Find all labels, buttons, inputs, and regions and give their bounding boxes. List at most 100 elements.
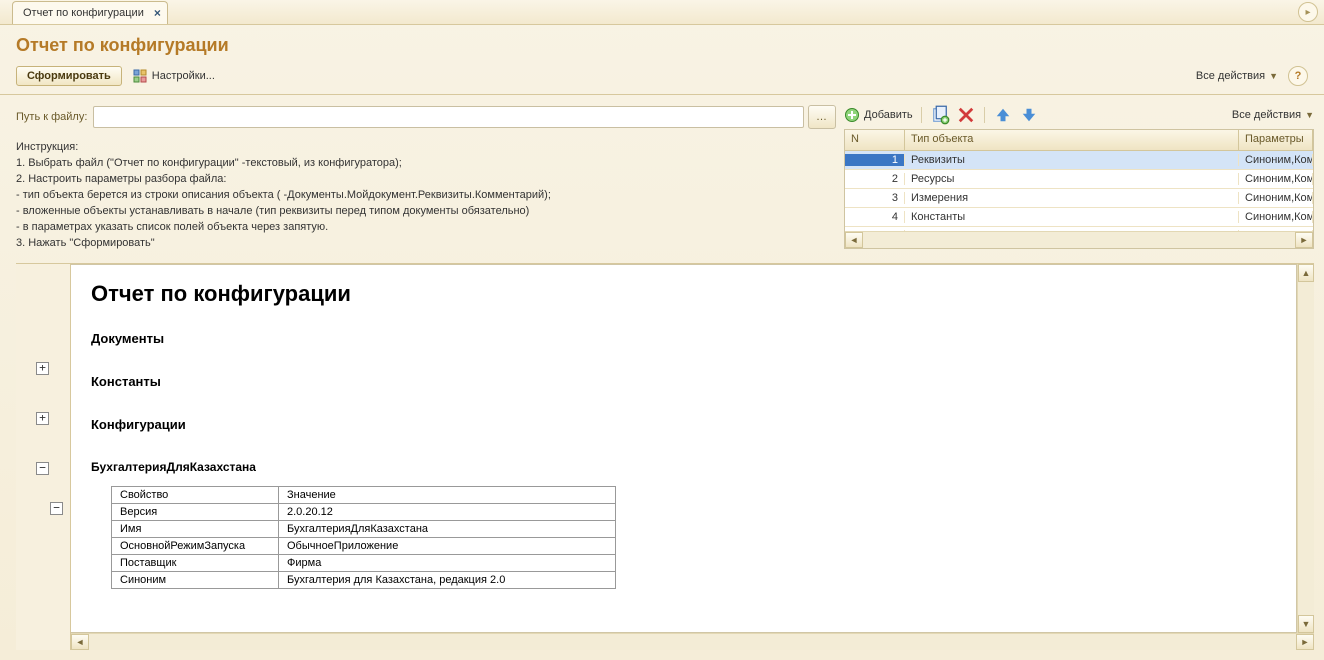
cell-n: 3 bbox=[845, 192, 905, 204]
table-row: ОсновнойРежимЗапускаОбычноеПриложение bbox=[112, 538, 616, 555]
scroll-right-icon[interactable]: ► bbox=[1296, 634, 1314, 650]
help-button[interactable]: ? bbox=[1288, 66, 1308, 86]
instruction-line: - вложенные объекты устанавливать в нача… bbox=[16, 203, 836, 219]
instruction-line: - в параметрах указать список полей объе… bbox=[16, 219, 836, 235]
expand-collapse-button[interactable]: − bbox=[36, 462, 49, 475]
col-header-n[interactable]: N bbox=[845, 130, 905, 150]
table-row: СинонимБухгалтерия для Казахстана, редак… bbox=[112, 572, 616, 589]
copy-button[interactable] bbox=[930, 105, 950, 125]
tab-bar: Отчет по конфигурации × ▸ bbox=[0, 0, 1324, 25]
col-header-prop: Свойство bbox=[112, 487, 279, 504]
cell-params: Синоним,Ком bbox=[1239, 154, 1313, 166]
report-subsection: БухгалтерияДляКазахстана bbox=[91, 460, 1276, 474]
scroll-track[interactable] bbox=[89, 635, 1296, 649]
grid-all-actions-button[interactable]: Все действия ▼ bbox=[1232, 109, 1314, 121]
delete-button[interactable] bbox=[956, 105, 976, 125]
prop-value: БухгалтерияДляКазахстана bbox=[279, 521, 616, 538]
settings-label: Настройки... bbox=[152, 70, 215, 82]
cell-params: Синоним,Ком bbox=[1239, 211, 1313, 223]
scroll-right-icon[interactable]: ► bbox=[1295, 232, 1313, 248]
move-down-button[interactable] bbox=[1019, 105, 1039, 125]
col-header-type[interactable]: Тип объекта bbox=[905, 130, 1239, 150]
prop-name: Имя bbox=[112, 521, 279, 538]
instruction-line: 3. Нажать "Сформировать" bbox=[16, 235, 836, 251]
separator bbox=[921, 107, 922, 123]
report-horizontal-scrollbar[interactable]: ◄ ► bbox=[71, 633, 1314, 650]
types-grid[interactable]: N Тип объекта Параметры 1 Реквизиты Сино… bbox=[844, 129, 1314, 249]
prop-value: ОбычноеПриложение bbox=[279, 538, 616, 555]
main-toolbar: Сформировать Настройки... Все действия ▼… bbox=[0, 62, 1324, 95]
tab-label: Отчет по конфигурации bbox=[23, 7, 144, 19]
cell-type: Константы bbox=[905, 211, 1239, 223]
report-canvas[interactable]: Отчет по конфигурации Документы Констант… bbox=[71, 264, 1297, 633]
expand-collapse-button[interactable]: − bbox=[50, 502, 63, 515]
report-vertical-scrollbar[interactable]: ▲ ▼ bbox=[1297, 264, 1314, 633]
grid-body: 1 Реквизиты Синоним,Ком 2 Ресурсы Синони… bbox=[845, 151, 1313, 231]
prop-value: Фирма bbox=[279, 555, 616, 572]
cell-type: Ресурсы bbox=[905, 173, 1239, 185]
prop-name: Синоним bbox=[112, 572, 279, 589]
chevron-down-icon: ▼ bbox=[1269, 71, 1278, 81]
all-actions-label: Все действия bbox=[1232, 109, 1301, 121]
form-button[interactable]: Сформировать bbox=[16, 66, 122, 86]
scroll-up-icon[interactable]: ▲ bbox=[1298, 264, 1314, 282]
cell-n: 4 bbox=[845, 211, 905, 223]
page-title: Отчет по конфигурации bbox=[16, 35, 1308, 56]
all-actions-label: Все действия bbox=[1196, 70, 1265, 82]
cell-params: Синоним,Ком bbox=[1239, 173, 1313, 185]
cell-type: Измерения bbox=[905, 192, 1239, 204]
scroll-track[interactable] bbox=[863, 233, 1295, 247]
report-column: Отчет по конфигурации Документы Констант… bbox=[71, 264, 1314, 650]
move-up-button[interactable] bbox=[993, 105, 1013, 125]
table-row[interactable]: 2 Ресурсы Синоним,Ком bbox=[845, 170, 1313, 189]
cell-params: Синоним,Ком bbox=[1239, 192, 1313, 204]
col-header-params[interactable]: Параметры bbox=[1239, 130, 1313, 150]
grid-header: N Тип объекта Параметры bbox=[845, 130, 1313, 151]
cell-n: 2 bbox=[845, 173, 905, 185]
right-column: Добавить Все действия bbox=[844, 105, 1314, 251]
path-input[interactable] bbox=[93, 106, 804, 128]
cell-n: 1 bbox=[845, 154, 905, 166]
settings-icon bbox=[132, 68, 148, 84]
plus-circle-icon bbox=[844, 107, 860, 123]
table-row: ИмяБухгалтерияДляКазахстана bbox=[112, 521, 616, 538]
table-row[interactable]: 1 Реквизиты Синоним,Ком bbox=[845, 151, 1313, 170]
report-inner: Отчет по конфигурации Документы Констант… bbox=[71, 265, 1296, 609]
report-area: + + − − Отчет по конфигурации Документы … bbox=[16, 263, 1314, 650]
expand-collapse-button[interactable]: + bbox=[36, 412, 49, 425]
prop-name: ОсновнойРежимЗапуска bbox=[112, 538, 279, 555]
prop-value: Бухгалтерия для Казахстана, редакция 2.0 bbox=[279, 572, 616, 589]
report-section: Конфигурации bbox=[91, 417, 1276, 432]
instructions: Инструкция: 1. Выбрать файл ("Отчет по к… bbox=[16, 139, 836, 251]
scroll-left-icon[interactable]: ◄ bbox=[845, 232, 863, 248]
expand-collapse-button[interactable]: + bbox=[36, 362, 49, 375]
prop-value: 2.0.20.12 bbox=[279, 504, 616, 521]
all-actions-button[interactable]: Все действия ▼ bbox=[1196, 70, 1278, 82]
report-title: Отчет по конфигурации bbox=[91, 281, 1276, 307]
add-button[interactable]: Добавить bbox=[844, 107, 913, 123]
path-label: Путь к файлу: bbox=[16, 111, 87, 123]
report-section: Документы bbox=[91, 331, 1276, 346]
instruction-line: 2. Настроить параметры разбора файла: bbox=[16, 171, 836, 187]
scroll-down-icon[interactable]: ▼ bbox=[1298, 615, 1314, 633]
separator bbox=[984, 107, 985, 123]
properties-table: Свойство Значение Версия2.0.20.12 ИмяБух… bbox=[111, 486, 616, 589]
prop-name: Поставщик bbox=[112, 555, 279, 572]
close-icon[interactable]: × bbox=[154, 6, 161, 20]
scroll-left-icon[interactable]: ◄ bbox=[71, 634, 89, 650]
middle-area: Путь к файлу: … Инструкция: 1. Выбрать ф… bbox=[0, 95, 1324, 257]
settings-button[interactable]: Настройки... bbox=[132, 68, 215, 84]
table-row[interactable]: 3 Измерения Синоним,Ком bbox=[845, 189, 1313, 208]
table-row[interactable]: 4 Константы Синоним,Ком bbox=[845, 208, 1313, 227]
report-wrap: Отчет по конфигурации Документы Констант… bbox=[71, 264, 1314, 633]
tab-report[interactable]: Отчет по конфигурации × bbox=[12, 1, 168, 24]
instruction-line: - тип объекта берется из строки описания… bbox=[16, 187, 836, 203]
cell-type: Реквизиты bbox=[905, 154, 1239, 166]
instruction-line: Инструкция: bbox=[16, 139, 836, 155]
header: Отчет по конфигурации bbox=[0, 25, 1324, 62]
grid-horizontal-scrollbar[interactable]: ◄ ► bbox=[845, 231, 1313, 248]
scroll-track[interactable] bbox=[1298, 282, 1314, 615]
browse-button[interactable]: … bbox=[808, 105, 836, 129]
chevron-right-icon[interactable]: ▸ bbox=[1298, 2, 1318, 22]
chevron-down-icon: ▼ bbox=[1305, 110, 1314, 120]
